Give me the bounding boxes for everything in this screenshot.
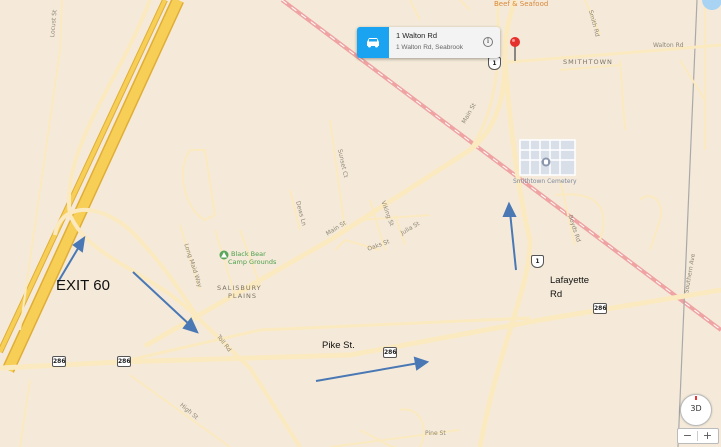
walton-road — [507, 43, 721, 64]
zoom-control: − + — [677, 428, 719, 444]
car-icon[interactable] — [357, 27, 389, 58]
callout-title: 1 Walton Rd — [396, 31, 437, 40]
campground-icon — [219, 250, 229, 260]
route-286-shield-left1: 286 — [117, 356, 131, 367]
camp-label-1: Black Bear — [231, 250, 266, 258]
route-286-shield-left2: 286 — [52, 356, 66, 367]
lafayette-annotation-2: Rd — [550, 289, 563, 300]
route-1-shield-mid: 1 — [531, 255, 544, 268]
pike-st-annotation: Pike St. — [322, 340, 355, 351]
map-canvas[interactable]: Beef & Seafood SMITHTOWN Walton Rd Smith… — [0, 0, 721, 447]
route-1-shield-top: 1 — [488, 57, 501, 70]
cemetery-label: Smithtown Cemetery — [513, 178, 577, 185]
route-286 — [0, 287, 721, 371]
compass-3d-button[interactable]: 3D — [680, 394, 712, 426]
cemetery-icon — [541, 157, 551, 167]
toll-road — [196, 316, 302, 447]
route-286-shield-mid: 286 — [383, 347, 397, 358]
compass-label: 3D — [690, 404, 702, 413]
zoom-out-button[interactable]: − — [678, 429, 697, 443]
salisbury-label-2: PLAINS — [228, 292, 258, 300]
location-callout[interactable]: 1 Walton Rd 1 Walton Rd, Seabrook i — [357, 27, 500, 58]
main-street — [143, 59, 508, 349]
route-286-shield-right: 286 — [593, 303, 607, 314]
rail-track — [677, 0, 698, 447]
north-indicator-icon — [695, 396, 697, 400]
location-pin-icon[interactable] — [509, 36, 521, 62]
camp-label-2: Camp Grounds — [228, 258, 277, 266]
road-network — [0, 0, 721, 447]
lafayette-annotation-1: Lafayette — [550, 275, 590, 286]
callout-subtitle: 1 Walton Rd, Seabrook — [396, 44, 463, 51]
salisbury-label-1: SALISBURY — [217, 284, 262, 292]
exit-60-annotation: EXIT 60 — [56, 277, 110, 294]
pine-st-label: Pine St — [425, 430, 446, 437]
smithtown-label: SMITHTOWN — [563, 58, 613, 66]
info-icon[interactable]: i — [483, 37, 493, 47]
walton-rd-label: Walton Rd — [653, 42, 684, 49]
zoom-in-button[interactable]: + — [698, 429, 717, 443]
top-poi-label: Beef & Seafood — [494, 0, 549, 8]
